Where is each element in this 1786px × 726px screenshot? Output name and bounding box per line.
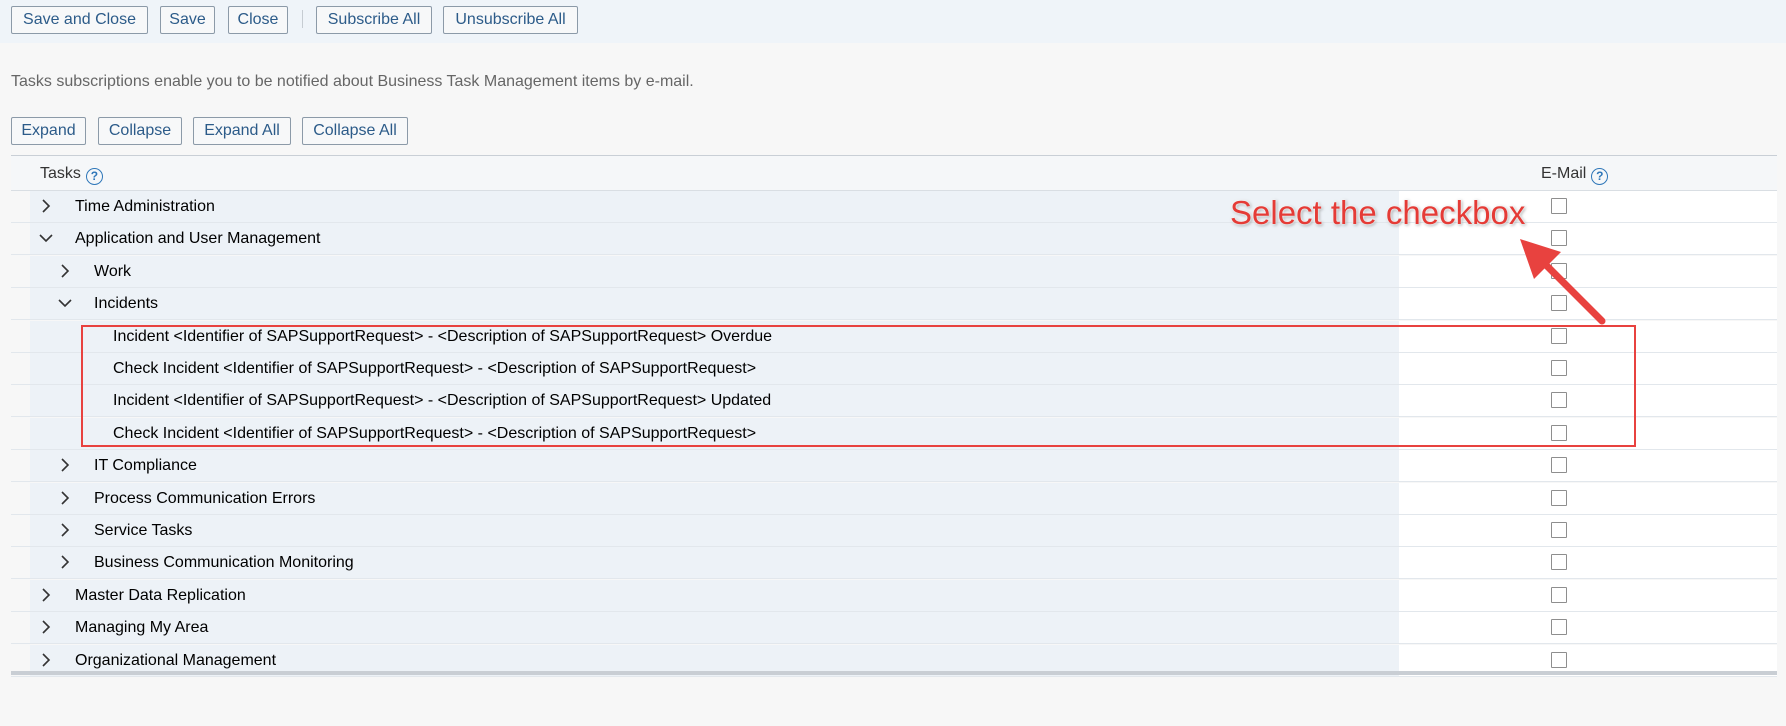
- close-button[interactable]: Close: [228, 6, 288, 34]
- task-cell: [30, 255, 1399, 287]
- chevron-right-icon[interactable]: [57, 263, 73, 279]
- toolbar-separator: [302, 10, 303, 28]
- email-checkbox[interactable]: [1551, 554, 1567, 571]
- email-checkbox[interactable]: [1551, 230, 1567, 247]
- task-label: Time Administration: [75, 198, 215, 215]
- column-header-email: E-Mail?: [1541, 165, 1609, 185]
- email-checkbox[interactable]: [1551, 586, 1567, 603]
- task-label: Master Data Replication: [75, 586, 246, 604]
- help-icon[interactable]: ?: [1591, 168, 1609, 185]
- email-cell: [1399, 579, 1777, 611]
- email-cell: [1399, 255, 1777, 287]
- chevron-right-icon[interactable]: [38, 587, 54, 603]
- chevron-right-icon[interactable]: [38, 619, 54, 635]
- email-checkbox[interactable]: [1551, 295, 1567, 312]
- chevron-right-icon[interactable]: [38, 198, 54, 214]
- task-cell: [30, 612, 1399, 644]
- annotation-callout: Select the checkbox: [1230, 194, 1526, 231]
- column-header-tasks: Tasks?: [40, 165, 103, 185]
- task-cell: [30, 288, 1399, 320]
- table-row[interactable]: Work: [11, 255, 1777, 288]
- chevron-down-icon[interactable]: [38, 230, 54, 246]
- email-cell: [1399, 547, 1777, 579]
- table-row[interactable]: Process Communication Errors: [11, 482, 1777, 515]
- save-button[interactable]: Save: [160, 6, 215, 34]
- task-label: Managing My Area: [75, 619, 209, 637]
- email-cell: [1399, 612, 1777, 644]
- task-label: Work: [94, 262, 132, 280]
- save-and-close-button[interactable]: Save and Close: [11, 6, 148, 34]
- column-header-tasks-label: Tasks: [40, 165, 81, 182]
- email-checkbox[interactable]: [1551, 198, 1567, 214]
- email-checkbox[interactable]: [1551, 522, 1567, 538]
- task-label: IT Compliance: [94, 457, 197, 475]
- chevron-right-icon[interactable]: [38, 652, 54, 668]
- task-label: Organizational Management: [75, 651, 277, 669]
- table-row[interactable]: Managing My Area: [11, 612, 1777, 645]
- table-row[interactable]: Incidents: [11, 288, 1777, 321]
- expand-button[interactable]: Expand: [11, 117, 86, 145]
- info-text: Tasks subscriptions enable you to be not…: [11, 73, 694, 90]
- email-checkbox[interactable]: [1551, 489, 1567, 506]
- email-cell: [1399, 482, 1777, 514]
- table-row[interactable]: IT Compliance: [11, 450, 1777, 483]
- email-cell: [1399, 288, 1777, 320]
- task-label: Application and User Management: [75, 230, 321, 248]
- unsubscribe-all-button[interactable]: Unsubscribe All: [443, 6, 578, 34]
- table-row[interactable]: Master Data Replication: [11, 579, 1777, 612]
- chevron-down-icon[interactable]: [57, 295, 73, 311]
- task-cell: [30, 515, 1399, 546]
- email-cell: [1399, 515, 1777, 546]
- task-label: Service Tasks: [94, 522, 193, 539]
- table-footer-bar: [11, 671, 1777, 675]
- table-row[interactable]: Business Communication Monitoring: [11, 547, 1777, 580]
- task-label: Incidents: [94, 295, 159, 313]
- chevron-right-icon[interactable]: [57, 457, 73, 473]
- chevron-right-icon[interactable]: [57, 554, 73, 570]
- task-label: Process Communication Errors: [94, 489, 316, 507]
- expand-all-button[interactable]: Expand All: [193, 117, 291, 145]
- collapse-button[interactable]: Collapse: [98, 117, 182, 145]
- collapse-all-button[interactable]: Collapse All: [302, 117, 408, 145]
- chevron-right-icon[interactable]: [57, 490, 73, 506]
- table-header: Tasks? E-Mail?: [11, 155, 1777, 191]
- chevron-right-icon[interactable]: [57, 522, 73, 538]
- subscribe-all-button[interactable]: Subscribe All: [316, 6, 432, 34]
- task-label: Business Communication Monitoring: [94, 554, 354, 572]
- help-icon[interactable]: ?: [85, 168, 103, 185]
- table-row[interactable]: Service Tasks: [11, 515, 1777, 547]
- action-toolbar: Save and Close Save Close Subscribe All …: [0, 0, 1786, 43]
- column-header-email-label: E-Mail: [1541, 165, 1587, 182]
- email-cell: [1399, 450, 1777, 482]
- task-cell: [30, 450, 1399, 482]
- email-checkbox[interactable]: [1551, 262, 1567, 279]
- highlight-box: [81, 325, 1636, 447]
- email-checkbox[interactable]: [1551, 651, 1567, 668]
- task-cell: [30, 191, 1399, 222]
- email-checkbox[interactable]: [1551, 619, 1567, 636]
- email-checkbox[interactable]: [1551, 457, 1567, 474]
